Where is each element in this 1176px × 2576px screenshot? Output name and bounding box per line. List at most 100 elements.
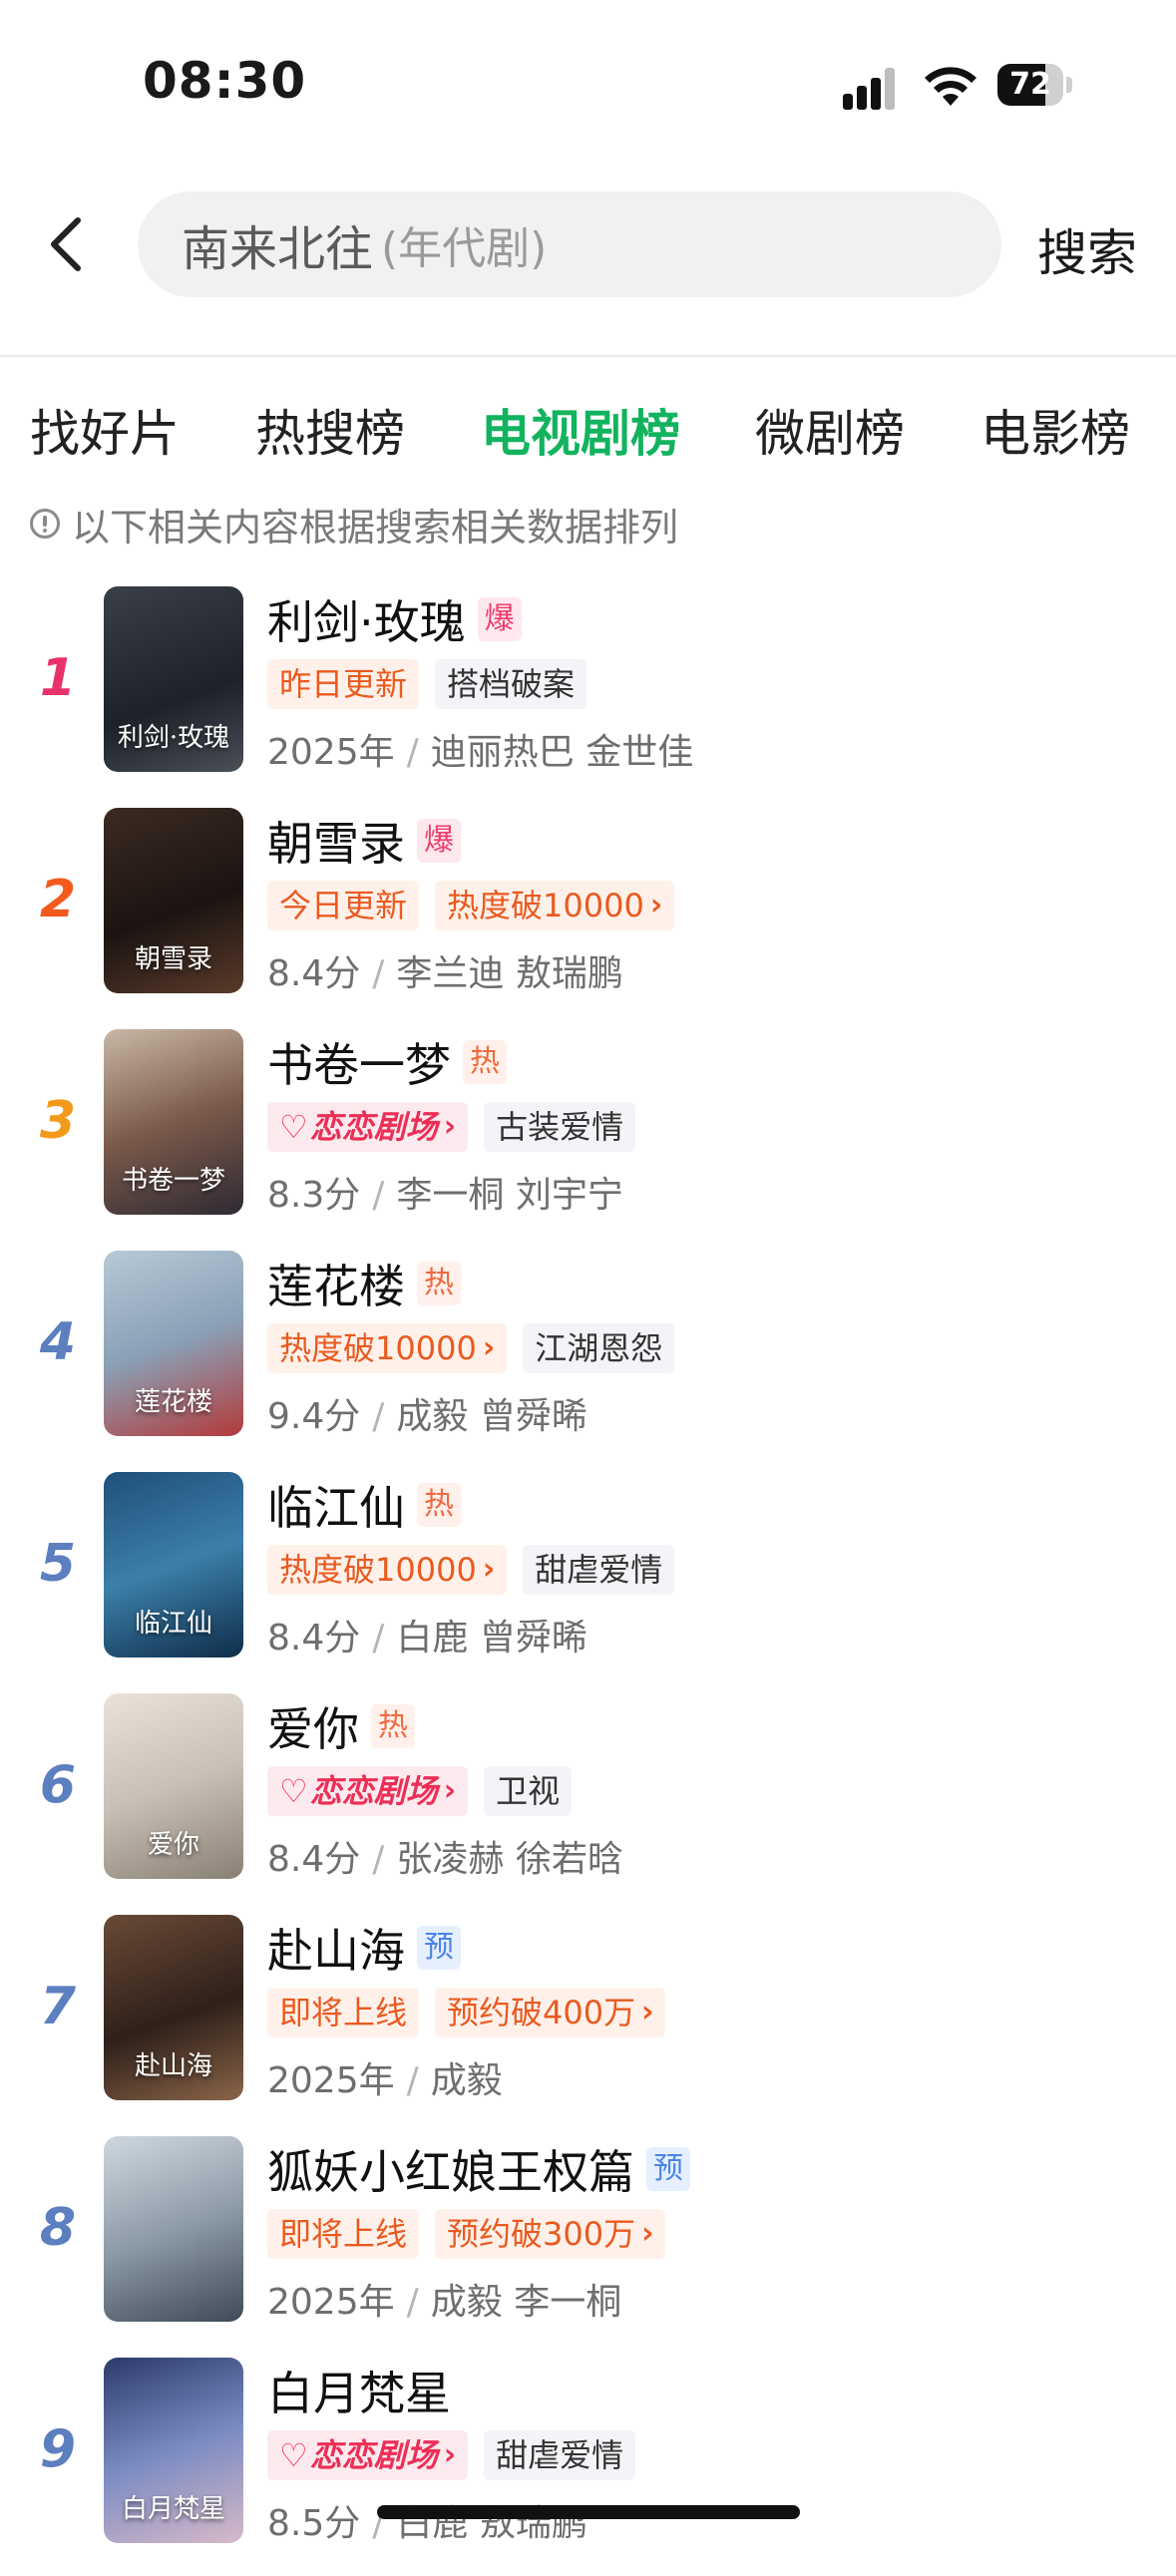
poster-title-art: 赴山海 [134,2051,212,2081]
tag-label: 搭档破案 [447,665,576,703]
rank-number: 6 [39,1755,77,1815]
tag-row: 即将上线 预约破300万 › [267,2209,681,2259]
poster-image[interactable]: 赴山海 [104,1915,243,2100]
tab-tv-series[interactable]: 电视剧榜 [481,394,680,466]
list-item[interactable]: 5 临江仙 临江仙热热度破10000 › 甜虐爱情 8.4分 / 白鹿 曾舜晞 [0,1469,1176,1690]
poster-title-art: 白月梵星 [121,2494,225,2524]
meta-score-year: 8.5分 [267,2503,361,2544]
search-button[interactable]: 搜索 [1037,213,1137,285]
poster-image[interactable] [104,2136,243,2322]
tag[interactable]: 预约破300万 › [435,2209,666,2259]
meta-cast: 迪丽热巴 金世佳 [430,732,694,773]
tag-label: 热度破10000 [279,1329,477,1367]
tag-row: 昨日更新 搭档破案 [267,659,602,709]
rank-number: 4 [39,1312,77,1372]
poster-image[interactable]: 爱你 [104,1693,243,1879]
search-input[interactable]: 南来北往 (年代剧) [138,191,1001,297]
show-title[interactable]: 莲花楼 [267,1251,405,1316]
theater-tag[interactable]: ♡ 恋恋剧场 › [267,1766,469,1816]
rank-number: 8 [39,2198,77,2258]
title-row: 白月梵星 [267,2361,451,2420]
tag[interactable]: 热度破10000 › [435,881,675,930]
poster-image[interactable]: 朝雪录 [104,808,243,993]
tab-micro-drama[interactable]: 微剧榜 [755,394,905,466]
meta-cast: 白鹿 曾舜晞 [396,1618,588,1658]
meta-info: 2025年 / 迪丽热巴 金世佳 [267,723,693,775]
title-row: 利剑·玫瑰爆 [267,589,522,649]
meta-separator: / [372,1618,385,1658]
status-badge: 爆 [417,819,461,863]
meta-score-year: 8.3分 [267,1175,361,1216]
meta-cast: 李兰迪 敖瑞鹏 [396,953,623,994]
show-title[interactable]: 临江仙 [267,1472,405,1538]
meta-cast: 成毅 [430,2060,503,2101]
tag-label: 今日更新 [279,887,408,924]
list-item[interactable]: 6 爱你 爱你热 ♡ 恋恋剧场 › 卫视 8.4分 / 张凌赫 徐若晗 [0,1690,1176,1912]
poster-title-art: 朝雪录 [134,944,212,974]
tab-movies[interactable]: 电影榜 [980,394,1130,466]
tag-label: 即将上线 [279,2215,408,2253]
tag: 今日更新 [267,881,420,930]
meta-info: 8.5分 / 白鹿 敖瑞鹏 [267,2494,588,2546]
show-title[interactable]: 利剑·玫瑰 [267,586,466,652]
list-item[interactable]: 1 利剑·玫瑰 利剑·玫瑰爆昨日更新 搭档破案 2025年 / 迪丽热巴 金世佳 [0,583,1176,805]
back-button[interactable] [36,209,96,279]
poster-image[interactable]: 白月梵星 [104,2358,243,2543]
meta-info: 2025年 / 成毅 李一桐 [267,2273,621,2325]
notice-text: 以下相关内容根据搜索相关数据排列 [72,505,679,550]
status-badge: 预 [417,1926,461,1970]
battery-level: 72 [1009,67,1051,102]
chevron-right-icon: › [641,2216,654,2251]
battery-icon: 72 [997,64,1063,106]
chevron-right-icon: › [443,1773,457,1808]
status-badge: 爆 [477,597,522,641]
poster-image[interactable]: 临江仙 [104,1472,243,1657]
list-item[interactable]: 4 莲花楼 莲花楼热热度破10000 › 江湖恩怨 9.4分 / 成毅 曾舜晞 [0,1248,1176,1469]
list-item[interactable]: 7 赴山海 赴山海预即将上线 预约破400万 › 2025年 / 成毅 [0,1912,1176,2133]
show-title[interactable]: 狐妖小红娘王权篇 [267,2136,634,2202]
chevron-right-icon: › [443,2437,457,2472]
poster-title-art: 书卷一梦 [121,1166,225,1196]
meta-score-year: 2025年 [267,2060,395,2101]
show-title[interactable]: 爱你 [267,1693,359,1759]
theater-tag[interactable]: ♡ 恋恋剧场 › [267,2430,469,2480]
meta-separator: / [372,953,385,994]
list-item[interactable]: 9 白月梵星 白月梵星 ♡ 恋恋剧场 › 甜虐爱情 8.5分 / 白鹿 敖瑞鹏 [0,2355,1176,2576]
tab-hot-search[interactable]: 热搜榜 [255,394,405,466]
battery-cap [1066,77,1072,93]
tag-label: 热度破10000 [447,887,644,924]
meta-info: 2025年 / 成毅 [267,2051,503,2103]
rank-number: 2 [39,870,77,929]
poster-image[interactable]: 利剑·玫瑰 [104,586,243,772]
show-title[interactable]: 白月梵星 [267,2358,451,2423]
show-title[interactable]: 书卷一梦 [267,1029,451,1095]
tag-row: ♡ 恋恋剧场 › 甜虐爱情 [267,2430,651,2480]
meta-info: 8.3分 / 李一桐 刘宇宁 [267,1166,623,1218]
rank-number: 5 [39,1534,77,1594]
status-badge: 热 [371,1704,415,1748]
show-title[interactable]: 朝雪录 [267,808,405,874]
poster-image[interactable]: 莲花楼 [104,1251,243,1436]
tag[interactable]: 预约破400万 › [435,1988,666,2037]
tag-row: 今日更新 热度破10000 › [267,881,690,930]
tag[interactable]: 热度破10000 › [267,1323,508,1373]
list-item[interactable]: 8 狐妖小红娘王权篇预即将上线 预约破300万 › 2025年 / 成毅 李一桐 [0,2133,1176,2355]
tab-find-good-films[interactable]: 找好片 [30,394,180,466]
status-badge: 热 [417,1483,461,1527]
tag-label: 昨日更新 [279,665,408,703]
tag-row: 热度破10000 › 甜虐爱情 [267,1545,690,1595]
tag-label: 即将上线 [279,1994,408,2031]
tag-label: 古装爱情 [496,1108,624,1146]
tag-label: 卫视 [496,1772,561,1810]
list-item[interactable]: 2 朝雪录 朝雪录爆今日更新 热度破10000 › 8.4分 / 李兰迪 敖瑞鹏 [0,805,1176,1026]
tag-label: 甜虐爱情 [496,2436,624,2474]
tag: 昨日更新 [267,659,420,709]
tag[interactable]: 热度破10000 › [267,1545,508,1595]
poster-image[interactable]: 书卷一梦 [104,1029,243,1215]
theater-tag[interactable]: ♡ 恋恋剧场 › [267,1102,469,1152]
show-title[interactable]: 赴山海 [267,1915,405,1981]
meta-info: 9.4分 / 成毅 曾舜晞 [267,1387,588,1439]
poster-title-art: 利剑·玫瑰 [117,723,230,753]
list-item[interactable]: 3 书卷一梦 书卷一梦热 ♡ 恋恋剧场 › 古装爱情 8.3分 / 李一桐 刘宇宁 [0,1026,1176,1248]
meta-score-year: 8.4分 [267,953,361,994]
